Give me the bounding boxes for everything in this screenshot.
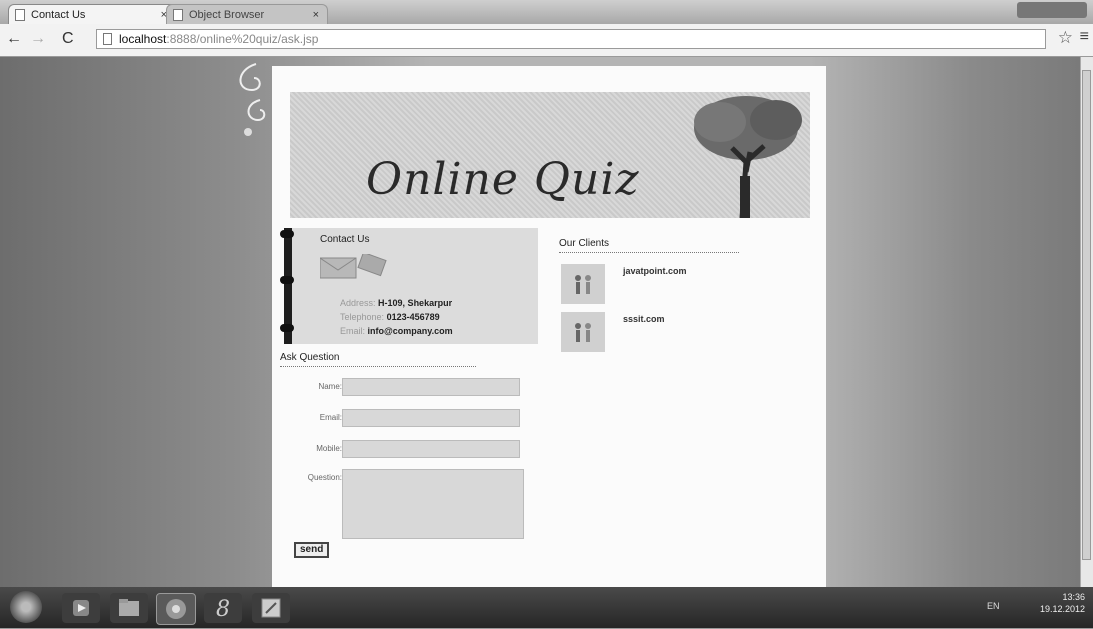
site-title: Online Quiz [366, 154, 640, 205]
page-icon [173, 9, 183, 21]
url-host: localhost [119, 32, 167, 46]
forward-arrow-icon[interactable]: → [30, 30, 46, 48]
clock[interactable]: 13:36 19.12.2012 [1040, 591, 1085, 615]
email-field[interactable] [342, 409, 520, 427]
ask-question-title: Ask Question [280, 352, 476, 367]
telephone-value: 0123-456789 [386, 312, 440, 322]
clock-date: 19.12.2012 [1039, 604, 1085, 614]
reload-icon[interactable]: C [62, 30, 74, 48]
client-name[interactable]: javatpoint.com [623, 266, 687, 276]
name-row: Name: [272, 378, 532, 400]
people-icon [561, 312, 605, 352]
url-input[interactable]: localhost:8888/online%20quiz/ask.jsp [96, 29, 1046, 49]
email-row: Email: [272, 409, 532, 431]
mobile-input[interactable] [342, 440, 520, 458]
question-row: Question: [272, 469, 532, 541]
bookmark-star-icon[interactable]: ☆ [1058, 28, 1073, 48]
binder-clip-icon [280, 276, 294, 284]
taskbar: 8 EN 13:36 19.12.2012 [0, 587, 1093, 628]
url-path: :8888/online%20quiz/ask.jsp [166, 32, 319, 46]
telephone-label: Telephone: [340, 312, 385, 322]
name-label: Name: [318, 382, 342, 391]
send-button[interactable]: send [294, 542, 330, 558]
contact-us-box: Contact Us Address: H-109, Shekarpur Tel… [280, 228, 538, 344]
client-item: sssit.com [561, 312, 821, 352]
chrome-icon[interactable] [156, 593, 196, 625]
email-label: Email: [340, 326, 366, 336]
page-icon [15, 9, 25, 21]
question-textarea[interactable] [342, 469, 524, 539]
app-8-icon[interactable]: 8 [204, 593, 242, 623]
close-icon[interactable]: × [313, 5, 319, 25]
question-label: Question: [307, 473, 342, 482]
window-controls[interactable] [1017, 2, 1087, 18]
name-input[interactable] [342, 378, 520, 396]
client-item: javatpoint.com [561, 264, 821, 304]
contact-email: Email: info@company.com [340, 326, 453, 336]
tab-label: Contact Us [31, 9, 86, 21]
page-icon [103, 33, 112, 45]
tree-icon [694, 96, 802, 218]
clock-time: 13:36 [1062, 592, 1085, 602]
explorer-icon[interactable] [110, 593, 148, 623]
back-arrow-icon[interactable]: ← [6, 30, 22, 48]
start-button[interactable] [10, 591, 42, 623]
email-field-label: Email: [319, 413, 342, 422]
envelope-icon [320, 254, 387, 279]
client-name[interactable]: sssit.com [623, 314, 665, 324]
media-player-icon[interactable] [62, 593, 100, 623]
tab-label: Object Browser [189, 9, 265, 21]
paint-icon[interactable] [252, 593, 290, 623]
people-icon [561, 264, 605, 304]
browser-tab-bar: Contact Us × Object Browser × [0, 0, 1093, 24]
web-page: Online Quiz Contact Us Address: H-109, S… [272, 66, 826, 587]
svg-text:8: 8 [216, 597, 230, 622]
language-indicator[interactable]: EN [987, 601, 1000, 611]
email-value: info@company.com [367, 326, 453, 336]
decorative-swirl-icon [239, 63, 266, 136]
menu-icon[interactable]: ≡ [1080, 28, 1089, 46]
contact-telephone: Telephone: 0123-456789 [340, 312, 440, 322]
mobile-row: Mobile: [272, 440, 532, 462]
binder-clip-icon [280, 230, 294, 238]
address-bar: ← → C localhost:8888/online%20quiz/ask.j… [0, 24, 1093, 57]
contact-address: Address: H-109, Shekarpur [340, 298, 452, 308]
address-label: Address: [340, 298, 376, 308]
our-clients-title: Our Clients [559, 238, 739, 253]
tab-contact-us[interactable]: Contact Us × [8, 4, 176, 24]
tab-object-browser[interactable]: Object Browser × [166, 4, 328, 24]
contact-title: Contact Us [320, 234, 370, 245]
scrollbar-thumb[interactable] [1082, 70, 1091, 560]
address-value: H-109, Shekarpur [378, 298, 453, 308]
mobile-label: Mobile: [316, 444, 342, 453]
binder-clip-icon [280, 324, 294, 332]
